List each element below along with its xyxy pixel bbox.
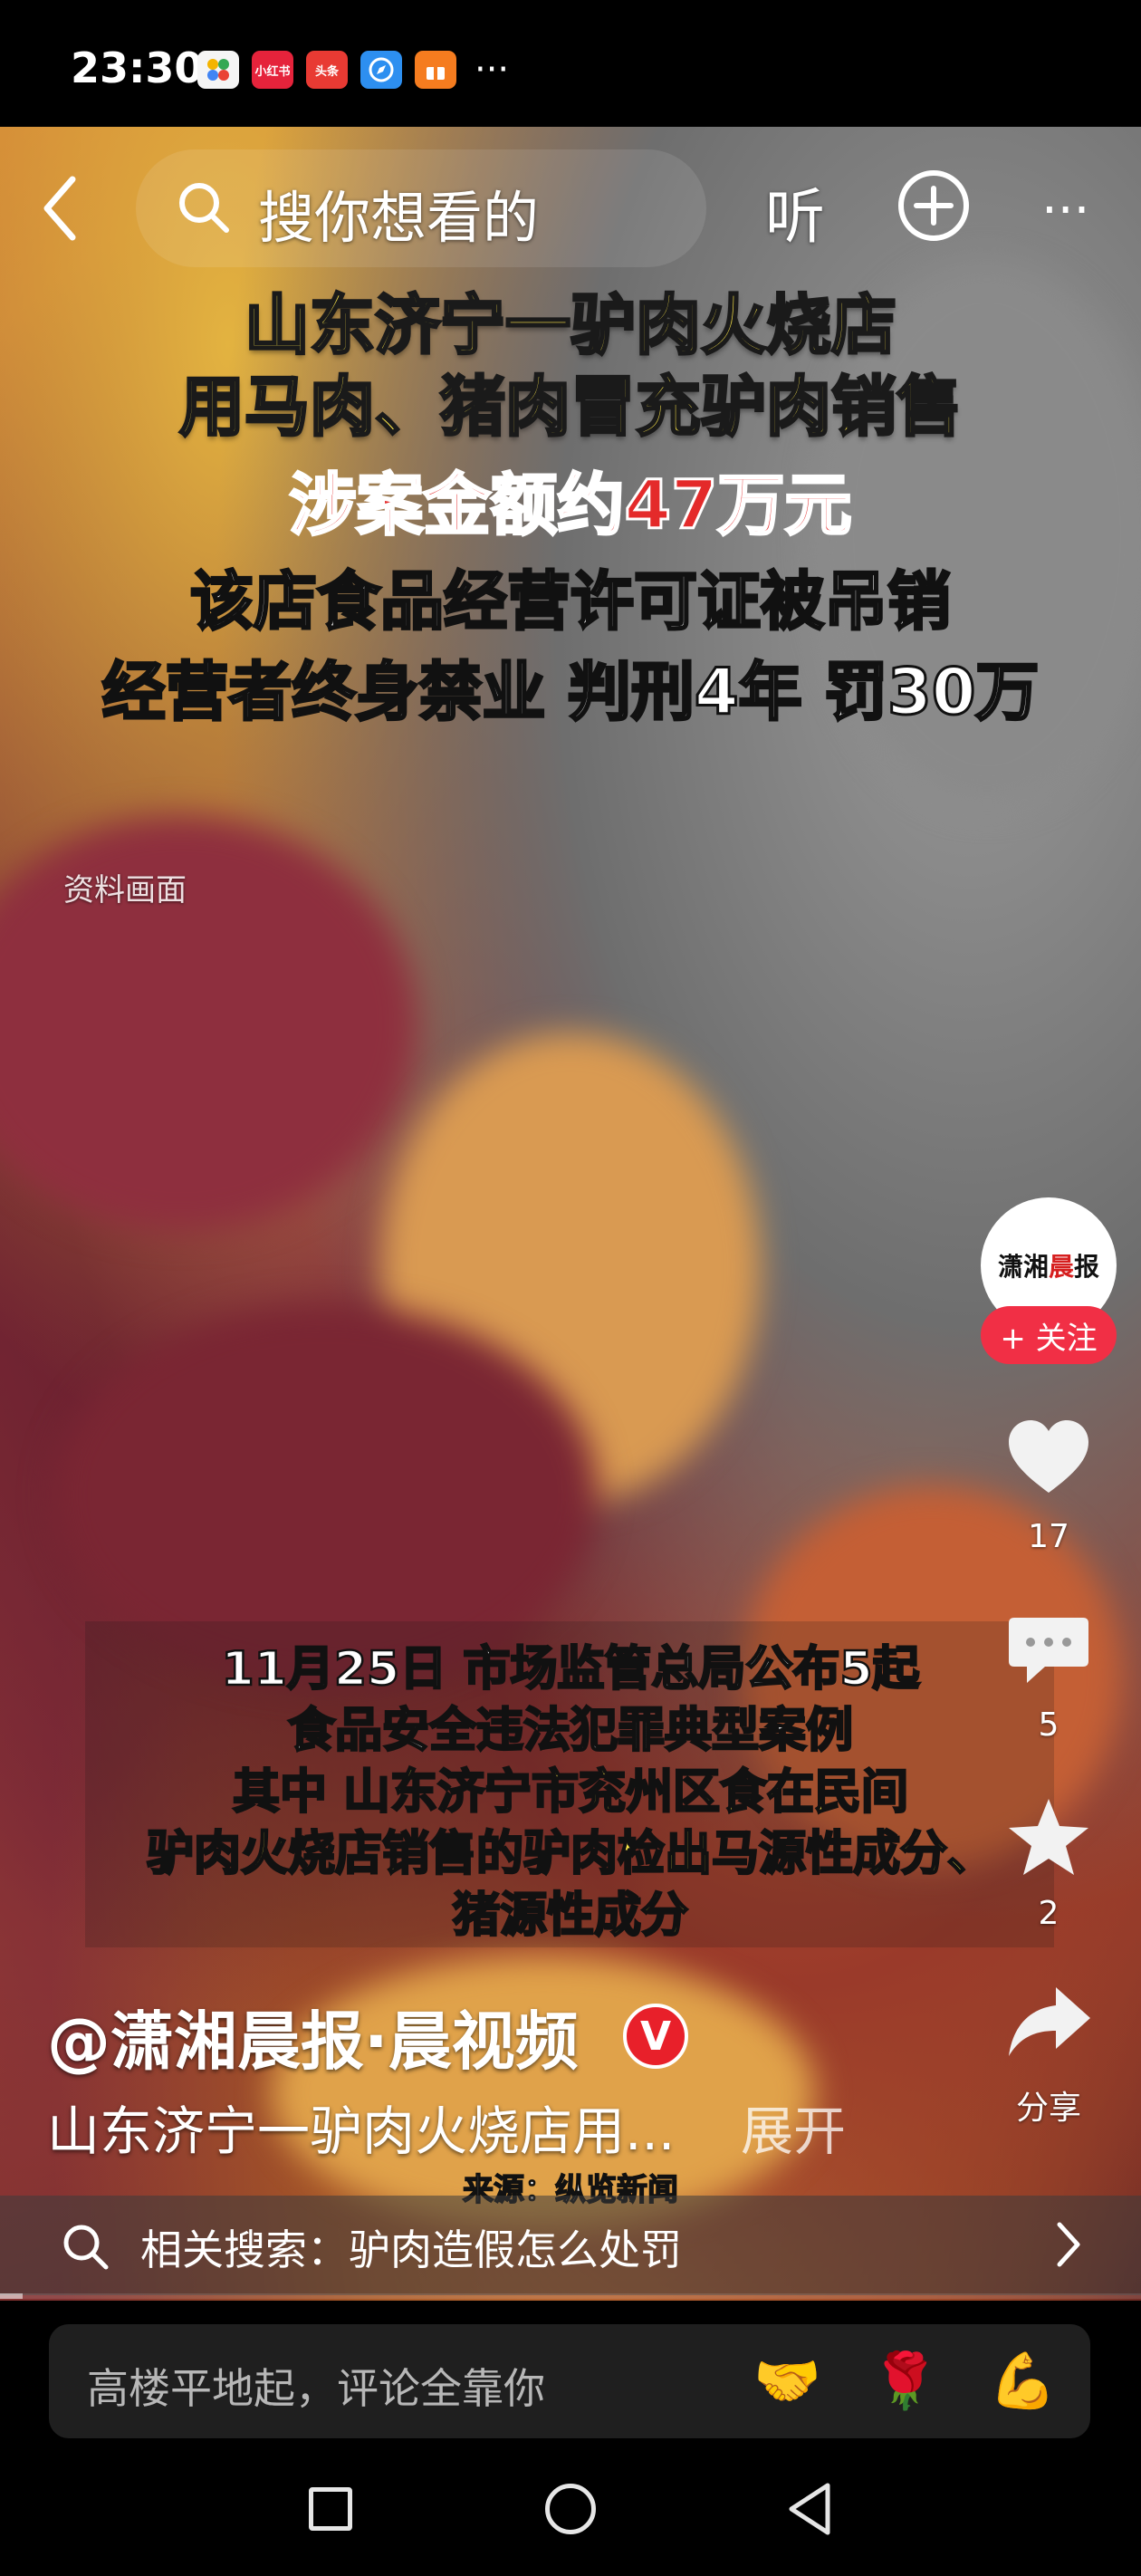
follow-button[interactable]: + 关注 [981, 1306, 1117, 1364]
caption-line-1: 11月25日 市场监管总局公布5起 [220, 1641, 921, 1698]
overlay-line-3: 涉案金额约47万元 [288, 466, 853, 546]
author-name[interactable]: @潇湘晨报·晨视频 [47, 1991, 579, 2082]
app-icon-1 [197, 51, 239, 89]
favorite-star-icon[interactable] [1003, 1793, 1094, 1884]
emoji-handshake[interactable]: 🤝 [753, 2351, 821, 2411]
like-count: 17 [1028, 1518, 1069, 1555]
file-footage-label: 资料画面 [63, 872, 187, 908]
emoji-rose[interactable]: 🌹 [871, 2351, 939, 2411]
decor-blob [0, 815, 417, 1232]
recent-apps-icon[interactable] [309, 2487, 352, 2531]
related-search-text[interactable]: 相关搜索：驴肉造假怎么处罚 [140, 2217, 682, 2277]
status-bar: 23:30 小红书 头条 ··· [0, 0, 1141, 127]
status-app-icons: 小红书 头条 ··· [197, 51, 509, 89]
caption-line-3: 其中 山东济宁市兖州区食在民间 [232, 1764, 910, 1821]
listen-button[interactable]: 听 [765, 168, 825, 255]
video-progress-bar[interactable] [0, 2293, 1141, 2299]
app-icon-5 [415, 51, 456, 89]
share-arrow-icon[interactable] [1003, 1978, 1094, 2069]
chevron-right-icon[interactable] [1050, 2217, 1087, 2272]
search-icon [63, 2225, 109, 2270]
gift-icon [427, 62, 445, 80]
avatar-text-c: 报 [1074, 1252, 1100, 1282]
colorful-dots-icon [207, 59, 229, 81]
search-placeholder[interactable]: 搜你想看的 [258, 172, 539, 254]
nav-back-icon[interactable] [784, 2480, 835, 2538]
avatar-text-b: 晨 [1048, 1252, 1074, 1282]
comment-placeholder[interactable]: 高楼平地起，评论全靠你 [87, 2356, 545, 2416]
expand-link[interactable]: 展开 [741, 2089, 846, 2165]
app-icon-4 [360, 51, 402, 89]
caption-line-4: 驴肉火烧店销售的驴肉检出马源性成分、 [146, 1826, 996, 1883]
app-icon-3: 头条 [306, 51, 348, 89]
avatar-text-a: 潇湘 [997, 1252, 1049, 1282]
overlay-line-2: 用马肉、猪肉冒充驴肉销售 [177, 368, 963, 447]
overlay-line-4: 该店食品经营许可证被吊销 [189, 563, 953, 640]
compass-icon [369, 57, 394, 82]
status-time: 23:30 [71, 43, 204, 92]
emoji-muscle[interactable]: 💪 [989, 2351, 1057, 2411]
video-progress-fill [0, 2293, 24, 2299]
like-heart-icon[interactable] [1003, 1413, 1094, 1504]
comment-count: 5 [1038, 1706, 1060, 1744]
search-icon [179, 183, 229, 233]
post-description[interactable]: 山东济宁一驴肉火烧店用... [47, 2089, 675, 2165]
overlay-line-5: 经营者终身禁业 判刑4年 罚30万 [101, 654, 1040, 731]
comment-bubble-icon[interactable] [1003, 1605, 1094, 1696]
status-more-icon: ··· [475, 49, 510, 91]
home-icon[interactable] [545, 2484, 596, 2534]
caption-line-5: 猪源性成分 [452, 1888, 690, 1945]
back-arrow-icon[interactable] [34, 172, 89, 245]
screen: 23:30 小红书 头条 ··· 搜你想看的 听 ··· 山东济宁一驴肉火烧店 … [0, 0, 1141, 2576]
share-label: 分享 [1015, 2090, 1081, 2127]
favorite-count: 2 [1038, 1895, 1060, 1932]
app-icon-2: 小红书 [252, 51, 293, 89]
more-options-icon[interactable]: ··· [1041, 181, 1089, 240]
add-circle-icon[interactable] [896, 168, 971, 243]
verified-badge: V [623, 2004, 688, 2069]
caption-line-2: 食品安全违法犯罪典型案例 [287, 1703, 855, 1760]
